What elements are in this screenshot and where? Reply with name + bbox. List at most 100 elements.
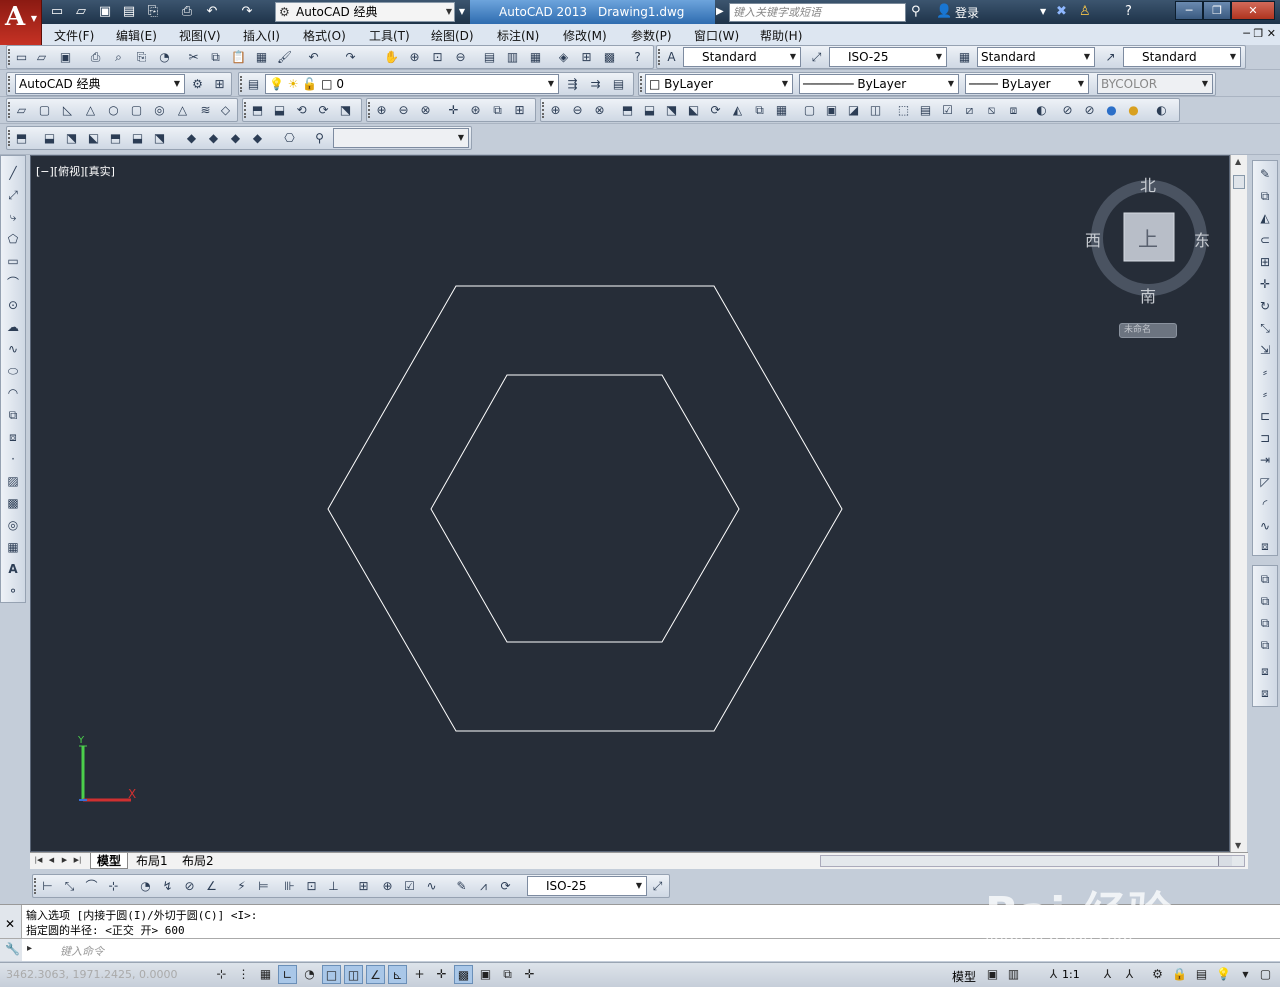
layer-dropdown[interactable]: 💡 ☀ 🔓 □ 0 ▼ bbox=[265, 74, 559, 94]
qsave-icon[interactable]: ▣ bbox=[96, 3, 114, 21]
layer-properties-icon[interactable]: ▤ bbox=[245, 76, 262, 93]
open-icon[interactable]: ▱ bbox=[33, 49, 50, 66]
login-label[interactable]: 登录 bbox=[955, 4, 979, 21]
layer-state-icon[interactable]: ▤ bbox=[610, 76, 627, 93]
undo-icon[interactable]: ↶ bbox=[203, 3, 221, 21]
3d-print-icon[interactable]: ◔ bbox=[156, 49, 173, 66]
match-properties-icon[interactable]: 🖌 bbox=[276, 49, 293, 66]
plotstyle-dropdown[interactable]: BYCOLOR ▼ bbox=[1097, 74, 1213, 94]
toolbar-grip[interactable] bbox=[8, 102, 12, 118]
command-window-grip[interactable]: ✕ bbox=[0, 905, 22, 939]
3d-move-icon[interactable]: ✛ bbox=[445, 102, 462, 119]
zoom-window-icon[interactable]: ⊡ bbox=[429, 49, 446, 66]
intersect-icon[interactable]: ⊗ bbox=[591, 102, 608, 119]
color-dropdown[interactable]: □ ByLayer ▼ bbox=[645, 74, 793, 94]
render-icon[interactable]: ◐ bbox=[1033, 102, 1050, 119]
wedge-icon[interactable]: ◺ bbox=[59, 102, 76, 119]
toolbar-grip[interactable] bbox=[244, 102, 248, 118]
quick-dim-icon[interactable]: ⚡ bbox=[233, 878, 250, 895]
prev-tab-icon[interactable]: ◀ bbox=[46, 854, 57, 867]
jogged-dim-icon[interactable]: ↯ bbox=[159, 878, 176, 895]
pyramid-icon[interactable]: △ bbox=[174, 102, 191, 119]
pan-icon[interactable]: ✋ bbox=[383, 49, 400, 66]
workspace-dropdown[interactable]: ⚙ AutoCAD 经典 ▼ bbox=[275, 2, 455, 22]
infer-constraints-icon[interactable]: ⊹ bbox=[212, 965, 231, 984]
qplot-icon[interactable]: ⎙ bbox=[178, 3, 196, 21]
ordinate-dim-icon[interactable]: ⊹ bbox=[105, 878, 122, 895]
point-icon[interactable]: · bbox=[4, 450, 22, 468]
subtract-icon[interactable]: ⊖ bbox=[395, 102, 412, 119]
interfere-icon[interactable]: ⧅ bbox=[983, 102, 1000, 119]
linetype-dropdown[interactable]: ─────── ByLayer ▼ bbox=[799, 74, 959, 94]
extrude-icon[interactable]: ⬒ bbox=[249, 102, 266, 119]
se-iso-icon[interactable]: ◆ bbox=[205, 130, 222, 147]
hatch-icon[interactable]: ▨ bbox=[4, 472, 22, 490]
sphere-icon[interactable]: ○ bbox=[105, 102, 122, 119]
quick-view-drawings-icon[interactable]: ▥ bbox=[1004, 965, 1023, 984]
lock-icon[interactable]: 🔒 bbox=[1170, 965, 1189, 984]
workspace-settings-icon[interactable]: ⚙ bbox=[189, 76, 206, 93]
subtract-icon[interactable]: ⊖ bbox=[569, 102, 586, 119]
rotate-faces-icon[interactable]: ⟳ bbox=[707, 102, 724, 119]
polar-icon[interactable]: ◔ bbox=[300, 965, 319, 984]
trim-icon[interactable]: ⸗ bbox=[1256, 363, 1274, 381]
right-view-icon[interactable]: ⬒ bbox=[107, 130, 124, 147]
wcs-menu[interactable]: 未命名 bbox=[1119, 323, 1177, 338]
rotate-icon[interactable]: ↻ bbox=[1256, 297, 1274, 315]
scale-icon[interactable]: ⤡ bbox=[1256, 319, 1274, 337]
text-style-icon[interactable]: A bbox=[663, 49, 680, 66]
named-views-icon[interactable]: ⬒ bbox=[13, 130, 30, 147]
tool-palettes-icon[interactable]: ▦ bbox=[527, 49, 544, 66]
lineweight-dropdown[interactable]: ──── ByLayer ▼ bbox=[965, 74, 1089, 94]
multiline-text-icon[interactable]: A bbox=[4, 560, 22, 578]
gradient-icon[interactable]: ▩ bbox=[4, 494, 22, 512]
move-faces-icon[interactable]: ⬓ bbox=[641, 102, 658, 119]
qat-customize-icon[interactable]: ▼ bbox=[456, 2, 468, 22]
jogged-linear-icon[interactable]: ∿ bbox=[423, 878, 440, 895]
toolbar-grip[interactable] bbox=[640, 76, 644, 92]
dim-edit-icon[interactable]: ✎ bbox=[453, 878, 470, 895]
annotation-scale-icon[interactable]: ⅄ bbox=[1044, 965, 1063, 984]
auto-scale-icon[interactable]: ⅄ bbox=[1120, 965, 1139, 984]
first-tab-icon[interactable]: |◀ bbox=[33, 854, 44, 867]
minimize-button[interactable]: ─ bbox=[1175, 1, 1203, 20]
mirror-icon[interactable]: ◭ bbox=[1256, 209, 1274, 227]
horizontal-scrollbar[interactable] bbox=[820, 855, 1245, 867]
scroll-up-icon[interactable]: ▲ bbox=[1235, 157, 1241, 166]
sweep-icon[interactable]: ⟲ bbox=[293, 102, 310, 119]
selection-cycling-icon[interactable]: ⧉ bbox=[498, 965, 517, 984]
redo-icon[interactable]: ↷ bbox=[238, 3, 256, 21]
menu-insert[interactable]: 插入(I) bbox=[243, 27, 280, 44]
render-window-icon[interactable]: ◐ bbox=[1153, 102, 1170, 119]
mleader-style-icon[interactable]: ↗ bbox=[1102, 49, 1119, 66]
spline-icon[interactable]: ∿ bbox=[4, 340, 22, 358]
toolbar-grip[interactable] bbox=[368, 102, 372, 118]
separate-icon[interactable]: ⬚ bbox=[895, 102, 912, 119]
transparency-icon[interactable]: ▩ bbox=[454, 965, 473, 984]
top-view-icon[interactable]: ⬓ bbox=[41, 130, 58, 147]
send-back-icon[interactable]: ⧉ bbox=[1256, 592, 1274, 610]
viewcube-face[interactable]: 上 bbox=[1138, 223, 1158, 252]
bring-front-icon[interactable]: ⧉ bbox=[1256, 570, 1274, 588]
menu-view[interactable]: 视图(V) bbox=[179, 27, 221, 44]
chamfer-icon[interactable]: ◸ bbox=[1256, 473, 1274, 491]
dim-break-icon[interactable]: ⊥ bbox=[325, 878, 342, 895]
subscription-icon[interactable]: ♙ bbox=[1079, 3, 1091, 21]
view-dropdown[interactable]: ▼ bbox=[333, 128, 469, 148]
linear-dim-icon[interactable]: ⊢ bbox=[39, 878, 56, 895]
quick-view-layouts-icon[interactable]: ▣ bbox=[983, 965, 1002, 984]
markup-icon[interactable]: ⊞ bbox=[578, 49, 595, 66]
imprint-icon[interactable]: ◪ bbox=[845, 102, 862, 119]
diameter-dim-icon[interactable]: ⊘ bbox=[181, 878, 198, 895]
extrude-faces-icon[interactable]: ⬒ bbox=[619, 102, 636, 119]
tolerance-icon[interactable]: ⊞ bbox=[355, 878, 372, 895]
text-front-icon[interactable]: ⧈ bbox=[1256, 662, 1274, 680]
scroll-thumb[interactable] bbox=[1233, 175, 1245, 189]
copy-icon[interactable]: ⧉ bbox=[1256, 187, 1274, 205]
table-icon[interactable]: ▦ bbox=[4, 538, 22, 556]
chevron-right-icon[interactable]: ▶ bbox=[716, 2, 728, 22]
plot-icon[interactable]: ⎙ bbox=[87, 49, 104, 66]
menu-draw[interactable]: 绘图(D) bbox=[431, 27, 474, 44]
union-icon[interactable]: ⊕ bbox=[373, 102, 390, 119]
rectangle-icon[interactable]: ▭ bbox=[4, 252, 22, 270]
